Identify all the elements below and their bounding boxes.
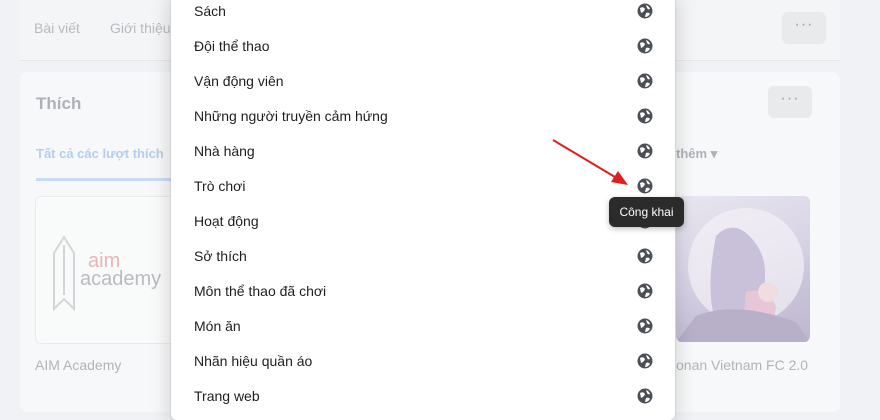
globe-icon[interactable]	[637, 248, 653, 264]
list-item[interactable]: Vận động viên	[171, 64, 675, 99]
list-item[interactable]: Nhà hàng	[171, 134, 675, 169]
category-label: Đội thể thao	[194, 38, 270, 54]
liked-page-name[interactable]: AIM Academy	[35, 357, 121, 373]
category-privacy-dropdown: Sách Đội thể thao Vận động viên Những ng…	[171, 0, 675, 420]
list-item[interactable]: Những người truyền cảm hứng	[171, 99, 675, 134]
aim-academy-logo-icon	[53, 235, 75, 312]
list-item[interactable]: Sách	[171, 0, 675, 29]
academy-logo-text: academy	[80, 268, 162, 290]
list-item[interactable]: Sở thích	[171, 239, 675, 274]
globe-icon[interactable]	[637, 318, 653, 334]
tab-posts[interactable]: Bài viết	[34, 20, 80, 36]
globe-icon[interactable]	[637, 73, 653, 89]
globe-icon[interactable]	[637, 388, 653, 404]
category-label: Những người truyền cảm hứng	[194, 108, 388, 124]
category-label: Trò chơi	[194, 178, 246, 194]
globe-icon[interactable]	[637, 3, 653, 19]
category-label: Nhà hàng	[194, 143, 255, 159]
globe-icon[interactable]	[637, 178, 653, 194]
profile-more-button[interactable]: ···	[782, 12, 826, 44]
category-label: Món ăn	[194, 318, 241, 334]
tab-more[interactable]: thêm ▾	[676, 146, 717, 162]
globe-icon[interactable]	[637, 143, 653, 159]
category-label: Sách	[194, 3, 226, 19]
globe-icon[interactable]	[637, 38, 653, 54]
tab-about[interactable]: Giới thiệu	[110, 20, 171, 36]
likes-title: Thích	[36, 94, 82, 113]
chevron-down-icon: ▾	[710, 146, 718, 161]
globe-icon[interactable]	[637, 108, 653, 124]
liked-page-cover-image[interactable]	[676, 196, 810, 342]
category-label: Vận động viên	[194, 73, 284, 89]
list-item[interactable]: Món ăn	[171, 309, 675, 344]
liked-page-name[interactable]: onan Vietnam FC 2.0	[676, 357, 808, 373]
category-label: Hoạt động	[194, 213, 259, 229]
list-item[interactable]: Đội thể thao	[171, 29, 675, 64]
list-item[interactable]: Trang web	[171, 379, 675, 414]
list-item[interactable]: Trò chơi	[171, 169, 675, 204]
tab-all-likes[interactable]: Tất cả các lượt thích	[36, 146, 164, 161]
list-item[interactable]: Môn thể thao đã chơi	[171, 274, 675, 309]
likes-more-button[interactable]: ···	[768, 86, 812, 118]
category-label: Môn thể thao đã chơi	[194, 283, 327, 299]
globe-icon[interactable]	[637, 353, 653, 369]
globe-icon[interactable]	[637, 283, 653, 299]
privacy-tooltip: Công khai	[609, 197, 684, 227]
list-item[interactable]: Nhãn hiệu quần áo	[171, 344, 675, 379]
list-item[interactable]: Hoạt động	[171, 204, 675, 239]
tab-more-label: thêm	[676, 146, 708, 161]
category-label: Trang web	[194, 388, 260, 404]
category-label: Sở thích	[194, 248, 247, 264]
active-tab-indicator	[36, 178, 176, 181]
anime-illustration	[676, 208, 810, 342]
category-label: Nhãn hiệu quần áo	[194, 353, 313, 369]
